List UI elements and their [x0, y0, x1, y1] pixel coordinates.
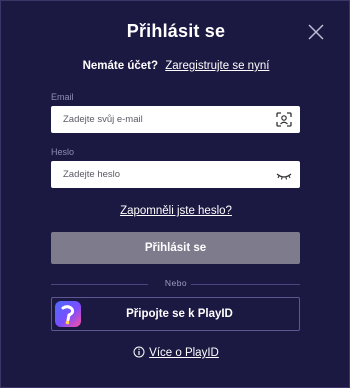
login-modal: Přihlásit se Nemáte účet? Zaregistrujte …	[0, 0, 350, 388]
divider-right	[191, 284, 300, 285]
email-field-wrapper	[51, 106, 300, 133]
playid-button-label: Připojte se k PlayID	[126, 308, 233, 320]
info-icon	[133, 346, 145, 358]
login-submit-button[interactable]: Přihlásit se	[51, 232, 300, 264]
divider-label: Nebo	[164, 278, 188, 288]
more-about-playid: Více o PlayID	[1, 346, 350, 359]
more-about-playid-link[interactable]: Více o PlayID	[149, 347, 219, 359]
email-field[interactable]	[51, 106, 273, 133]
eye-closed-icon[interactable]	[276, 167, 292, 182]
register-prompt: Nemáte účet? Zaregistrujte se nyní	[1, 60, 350, 72]
register-link[interactable]: Zaregistrujte se nyní	[165, 60, 269, 72]
modal-title: Přihlásit se	[126, 21, 226, 41]
register-question: Nemáte účet?	[82, 60, 159, 72]
email-label: Email	[51, 92, 74, 102]
password-field[interactable]	[51, 161, 273, 188]
password-label: Heslo	[51, 147, 75, 157]
forgot-password-link[interactable]: Zapomněli jste heslo?	[1, 205, 350, 217]
playid-connect-button[interactable]: Připojte se k PlayID	[51, 297, 300, 331]
password-field-wrapper	[51, 161, 300, 188]
close-icon[interactable]	[307, 23, 325, 41]
face-scan-icon[interactable]	[276, 112, 292, 127]
